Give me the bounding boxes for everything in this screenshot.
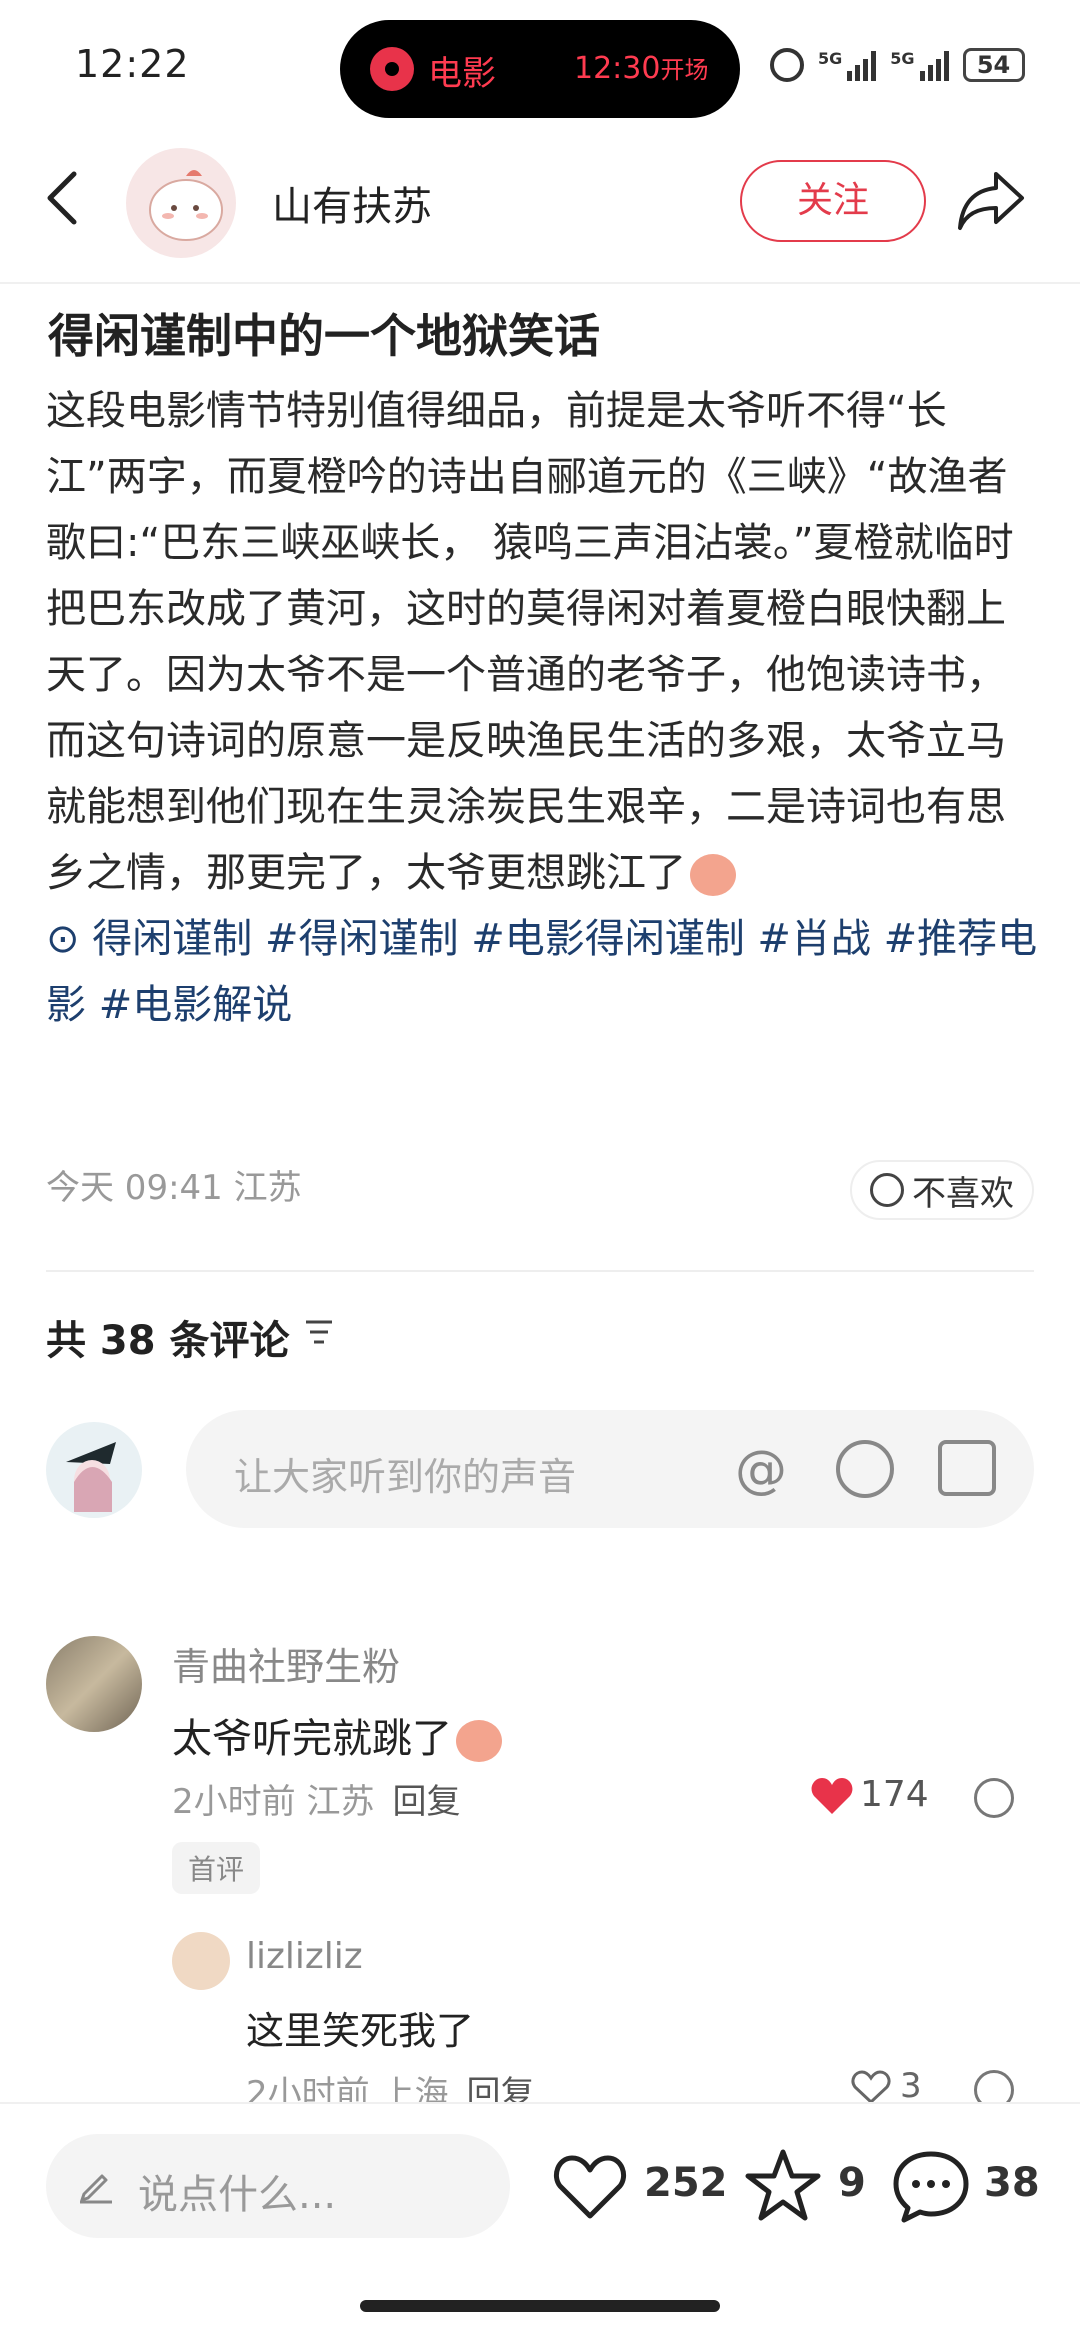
commenter-name[interactable]: 青曲社野生粉 [172, 1636, 400, 1691]
live-activity-time: 12:30开场 [574, 51, 709, 86]
alarm-icon [770, 48, 804, 82]
comment-dislike-icon[interactable] [974, 1778, 1014, 1818]
hashtag[interactable]: #肖战 [757, 916, 871, 962]
comment-entry-placeholder: 说点什么... [138, 2172, 337, 2218]
post-content: 这段电影情节特别值得细品，前提是太爷听不得“长江”两字，而夏橙吟的诗出自郦道元的… [46, 378, 1042, 1038]
dislike-label: 不喜欢 [912, 1173, 1014, 1214]
sort-icon[interactable] [304, 1318, 334, 1346]
crying-emoji-icon [690, 854, 736, 896]
image-icon[interactable] [938, 1440, 996, 1496]
author-name[interactable]: 山有扶苏 [272, 174, 432, 232]
heart-outline-icon[interactable] [850, 2068, 892, 2106]
my-avatar[interactable] [46, 1422, 142, 1518]
hashtag[interactable]: #得闲谨制 [265, 916, 459, 962]
battery-icon: 54 [962, 48, 1025, 82]
signal-icon-2: 5G [890, 49, 949, 81]
comment-icon[interactable] [892, 2148, 970, 2224]
comment-text: 太爷听完就跳了 [172, 1706, 502, 1764]
signal-icon: 5G [818, 49, 877, 81]
share-icon[interactable] [956, 168, 1026, 232]
topic-icon: ⊙ [46, 916, 80, 962]
pencil-icon [80, 2174, 112, 2204]
comment-input-placeholder: 让大家听到你的声音 [234, 1455, 577, 1499]
hashtag[interactable]: #电影得闲谨制 [471, 916, 745, 962]
comment-count-header: 共 38 条评论 [46, 1318, 290, 1364]
post-title: 得闲谨制中的一个地狱笑话 [48, 309, 600, 363]
emoji-icon[interactable] [836, 1440, 894, 1498]
post-body: 这段电影情节特别值得细品，前提是太爷听不得“长江”两字，而夏橙吟的诗出自郦道元的… [46, 388, 1014, 896]
star-icon[interactable] [744, 2146, 822, 2224]
film-reel-icon [370, 47, 414, 91]
reply-like-count: 3 [900, 2066, 922, 2106]
follow-button[interactable]: 关注 [740, 160, 926, 242]
commenter-avatar[interactable] [46, 1636, 142, 1732]
section-divider [46, 1270, 1034, 1272]
post-meta: 今天 09:41 江苏 [46, 1168, 302, 1208]
status-time: 12:22 [75, 42, 190, 86]
crying-emoji-icon [456, 1720, 502, 1762]
first-comment-badge: 首评 [172, 1842, 261, 1894]
live-activity-label: 电影 [428, 54, 496, 94]
home-indicator[interactable] [360, 2300, 720, 2312]
status-icons: 5G 5G 54 [770, 48, 1025, 82]
reply-button[interactable]: 回复 [392, 1782, 460, 1822]
comment-meta: 2小时前 江苏 回复 [172, 1782, 461, 1822]
topic-tag[interactable]: ⊙ 得闲谨制 [46, 916, 252, 962]
like-count: 252 [644, 2160, 728, 2206]
back-arrow-icon[interactable] [42, 168, 82, 228]
heart-filled-icon[interactable] [810, 1776, 854, 1816]
author-avatar[interactable] [126, 148, 236, 258]
hashtag[interactable]: #电影解说 [99, 982, 293, 1028]
comment-like-count: 174 [860, 1774, 929, 1815]
comment-input[interactable]: 让大家听到你的声音 [186, 1410, 1034, 1528]
like-icon[interactable] [552, 2150, 628, 2222]
dislike-button[interactable]: 不喜欢 [850, 1160, 1034, 1220]
star-count: 9 [838, 2160, 866, 2206]
reply-author[interactable]: lizlizliz [246, 1936, 363, 1977]
comment-count: 38 [984, 2160, 1040, 2206]
reply-avatar[interactable] [172, 1932, 230, 1990]
neutral-face-icon [870, 1173, 904, 1207]
mention-icon[interactable]: @ [735, 1440, 787, 1500]
reply-text: 这里笑死我了 [246, 2009, 475, 2053]
comment-entry[interactable]: 说点什么... [46, 2134, 510, 2238]
header-divider [0, 282, 1080, 284]
